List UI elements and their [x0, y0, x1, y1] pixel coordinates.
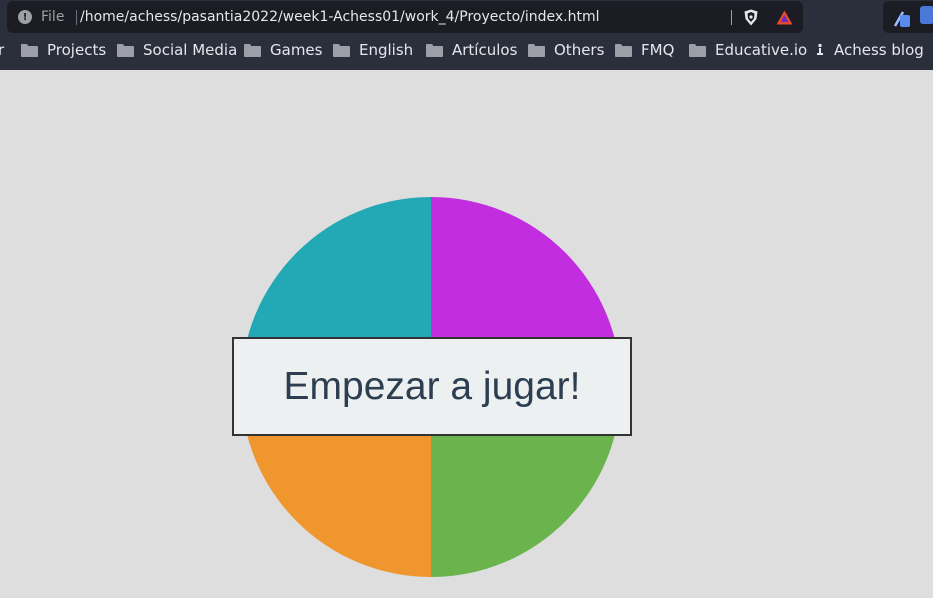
page-icon [817, 44, 823, 55]
bookmark-folder-articulos[interactable]: Artículos [426, 41, 517, 59]
brave-rewards-icon[interactable] [776, 10, 793, 25]
bookmark-achess-blog[interactable]: Achess blog [815, 41, 924, 59]
bookmark-folder-projects[interactable]: Projects [21, 41, 106, 59]
browser-chrome: ! File /home/achess/pasantia2022/week1-A… [0, 0, 933, 70]
folder-icon [21, 43, 38, 57]
folder-icon [426, 43, 443, 57]
info-icon[interactable]: ! [18, 10, 32, 24]
folder-icon [689, 43, 706, 57]
bookmark-folder-fmq[interactable]: FMQ [615, 41, 674, 59]
separator [76, 10, 77, 25]
address-bar[interactable]: ! File /home/achess/pasantia2022/week1-A… [7, 1, 803, 33]
bookmark-folder-games[interactable]: Games [244, 41, 322, 59]
bookmark-folder-english[interactable]: English [333, 41, 413, 59]
folder-icon [528, 43, 545, 57]
bookmark-item-partial[interactable]: r [0, 41, 4, 59]
bookmark-label: Projects [47, 41, 107, 59]
bookmark-label: FMQ [641, 41, 675, 59]
bookmark-label: Artículos [452, 41, 518, 59]
brave-shield-icon[interactable] [743, 9, 759, 26]
bookmark-label: Achess blog [834, 41, 924, 59]
bookmarks-bar: r Projects Social Media Games English Ar… [0, 36, 933, 66]
bookmark-folder-others[interactable]: Others [528, 41, 604, 59]
start-game-button[interactable]: Empezar a jugar! [232, 337, 632, 436]
bookmark-folder-educative[interactable]: Educative.io [689, 41, 807, 59]
folder-icon [333, 43, 350, 57]
bookmark-label: Others [554, 41, 605, 59]
file-label: File [41, 9, 65, 25]
url-text[interactable]: /home/achess/pasantia2022/week1-Achess01… [80, 9, 600, 25]
separator [731, 10, 732, 25]
folder-icon [244, 43, 261, 57]
folder-icon [615, 43, 632, 57]
bookmark-label: Social Media [143, 41, 238, 59]
folder-icon [117, 43, 134, 57]
extension-icon[interactable] [893, 6, 911, 28]
bookmark-label: English [359, 41, 414, 59]
page-content: Empezar a jugar! [0, 70, 933, 598]
bookmark-label: Educative.io [715, 41, 808, 59]
extension-icon[interactable] [920, 6, 933, 24]
bookmark-folder-social-media[interactable]: Social Media [117, 41, 237, 59]
bookmark-label: Games [270, 41, 323, 59]
